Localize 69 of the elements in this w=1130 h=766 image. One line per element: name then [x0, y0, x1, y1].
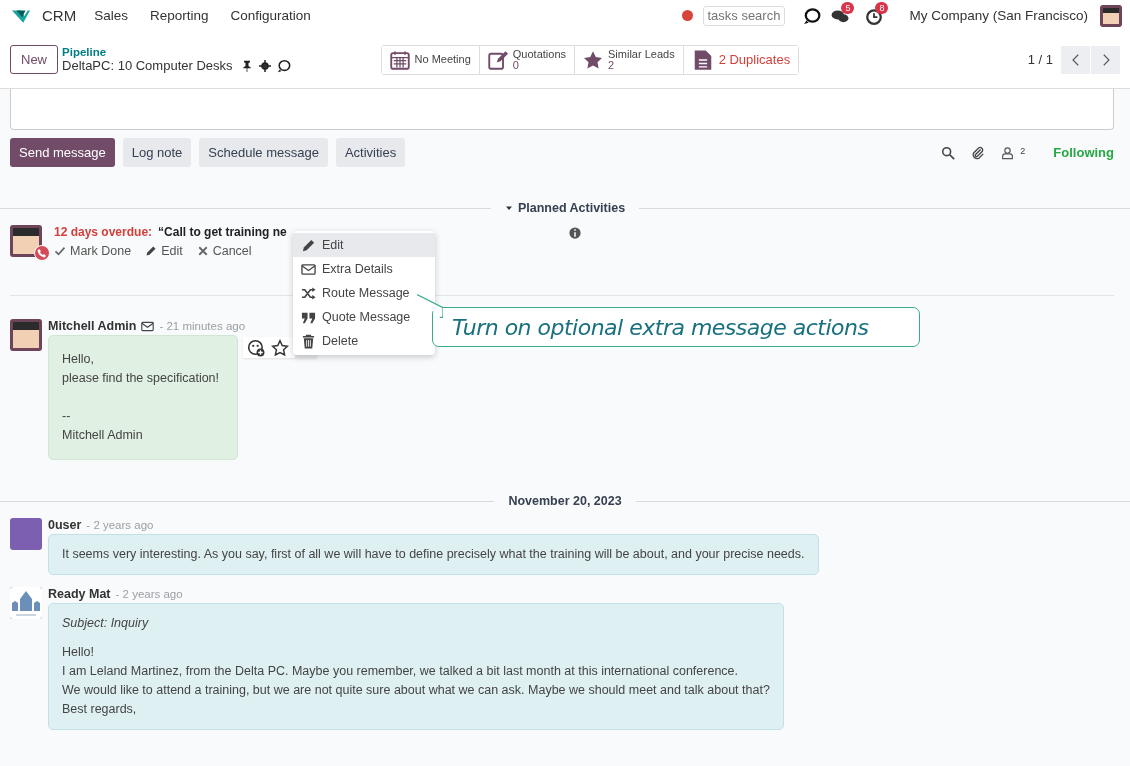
- activity-action[interactable]: Cancel: [196, 244, 252, 258]
- person-icon[interactable]: [1001, 145, 1015, 160]
- overdue-label: 12 days overdue:: [54, 225, 153, 239]
- composer-tab[interactable]: Log note: [122, 138, 192, 167]
- notification-badge: 8: [875, 1, 889, 14]
- edit-document-icon: [487, 49, 508, 70]
- composer-tab[interactable]: Schedule message: [199, 138, 328, 167]
- breadcrumb-link[interactable]: Pipeline: [62, 46, 291, 58]
- message-text: It seems very interesting. As you say, first of all we will have to define precisely what the training will be about, and your precise needs.: [62, 546, 805, 563]
- caret-down-icon: [504, 204, 513, 212]
- menu-item[interactable]: Reporting: [149, 8, 209, 23]
- menu-item[interactable]: Edit: [293, 233, 435, 257]
- company-logo-icon: [10, 587, 42, 619]
- menu-item[interactable]: Quote Message: [293, 305, 435, 329]
- search-field[interactable]: tasks search: [703, 5, 786, 26]
- pencil-icon: [145, 245, 158, 257]
- menu-item[interactable]: Extra Details: [293, 257, 435, 281]
- menu-item[interactable]: Delete: [293, 329, 435, 353]
- check-icon: [54, 245, 66, 257]
- paperclip-icon[interactable]: [971, 145, 986, 160]
- author-name[interactable]: Ready Mat: [48, 587, 111, 601]
- new-button[interactable]: New: [10, 45, 58, 74]
- trash-icon: [301, 333, 316, 349]
- pencil-icon: [301, 237, 316, 253]
- author-name[interactable]: 0user: [48, 518, 82, 532]
- discuss-icon[interactable]: [803, 6, 822, 25]
- calendar-icon: [389, 49, 410, 70]
- record-title: DeltaPC: 10 Computer Desks: [62, 58, 233, 73]
- section-toggle[interactable]: Planned Activities: [490, 201, 640, 215]
- phone-icon: [34, 245, 50, 261]
- user-avatar: [10, 225, 42, 257]
- message-subject: Subject: Inquiry: [62, 615, 150, 632]
- menu-item[interactable]: Route Message: [293, 281, 435, 305]
- app-name[interactable]: CRM: [42, 7, 77, 24]
- menu-item[interactable]: Sales: [94, 8, 128, 23]
- envelope-icon: [301, 261, 316, 277]
- composer-tab[interactable]: Activities: [335, 138, 406, 167]
- message-time: - 21 minutes ago: [159, 320, 246, 332]
- composer-tab[interactable]: Send message: [10, 138, 115, 167]
- clock-icon[interactable]: [865, 6, 884, 25]
- shuffle-icon: [301, 285, 316, 301]
- message-input[interactable]: [10, 89, 1114, 130]
- add-reaction-icon[interactable]: [247, 338, 265, 357]
- notification-badge: 5: [841, 1, 855, 14]
- author-name[interactable]: Mitchell Admin: [48, 319, 137, 333]
- activity-title: “Call to get training ne: [158, 225, 287, 239]
- search-icon[interactable]: [941, 145, 956, 160]
- recording-dot: [682, 10, 694, 21]
- activity-action[interactable]: Mark Done: [54, 244, 132, 258]
- pager-value: 1 / 1: [1027, 52, 1053, 67]
- user-avatar[interactable]: [1100, 4, 1122, 27]
- user-avatar: [10, 319, 42, 351]
- star-icon: [583, 49, 603, 70]
- activity-action[interactable]: Edit: [145, 244, 183, 258]
- smart-button[interactable]: No Meeting: [381, 45, 480, 74]
- message-time: - 2 years ago: [86, 519, 154, 531]
- date-label: November 20, 2023: [507, 494, 623, 508]
- menu-item[interactable]: Configuration: [230, 8, 311, 23]
- star-outline-icon[interactable]: [271, 338, 289, 357]
- message-time: - 2 years ago: [115, 588, 183, 600]
- message-text: Hello, please find the specification!: [62, 351, 221, 387]
- cross-icon: [196, 245, 209, 257]
- photo-placeholder: [10, 518, 42, 550]
- company-name[interactable]: My Company (San Francisco): [909, 8, 1088, 23]
- message-text: Hello! I am Leland Martinez, from the Delta PC. Maybe you remember, we talked a bit last month at this international conference. We would like to attend a training, but we are not quite sure about what we can ask. Maybe we should meet and talk about that? Best regards,: [62, 644, 770, 718]
- follower-count: 2: [1020, 145, 1026, 156]
- info-icon[interactable]: [568, 227, 581, 239]
- refresh-icon[interactable]: [276, 58, 291, 73]
- message-text: -- Mitchell Admin: [62, 408, 144, 444]
